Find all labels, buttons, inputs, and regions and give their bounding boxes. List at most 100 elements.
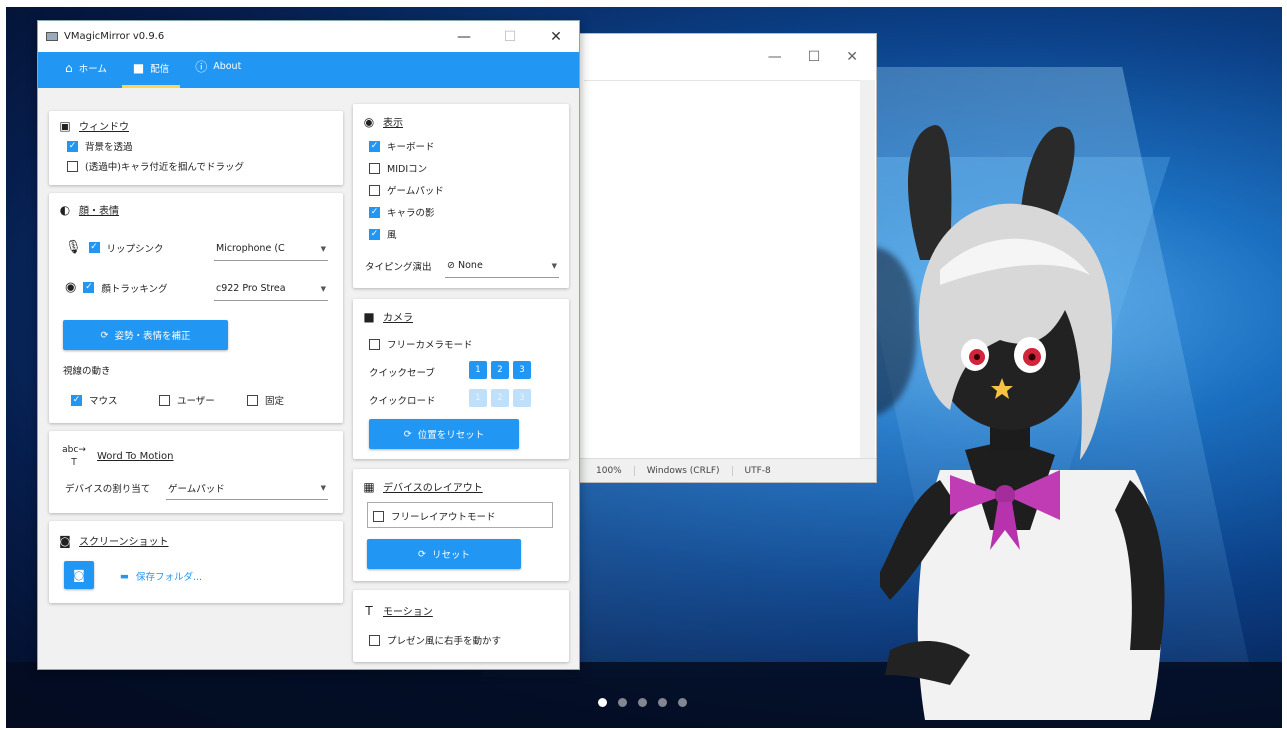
microphone-select[interactable]: Microphone (C ▼	[214, 239, 328, 261]
shadow-option[interactable]: ✓ キャラの影	[369, 205, 435, 219]
tab-about[interactable]: ⓘ About	[184, 58, 252, 88]
wind-checkbox[interactable]: ✓	[369, 228, 380, 240]
video-camera-icon: ■	[363, 309, 375, 324]
presenter-hand-checkbox[interactable]	[369, 634, 380, 646]
camera-settings-card: ■ カメラ フリーカメラモード クイックセーブ 1 2 3 クイックロード 1 …	[353, 299, 569, 459]
option-label: キャラの影	[387, 208, 435, 219]
notepad-titlebar: — ☐ ✕	[578, 34, 876, 80]
device-assign-select[interactable]: ゲームパッド ▼	[166, 478, 328, 500]
face-tracking-checkbox[interactable]: ✓	[83, 282, 95, 293]
chevron-down-icon: ▼	[320, 284, 326, 293]
select-value: c922 Pro Strea	[216, 283, 286, 294]
section-title: モーション	[383, 607, 433, 618]
option-label: リップシンク	[106, 243, 164, 255]
device-layout-card: ▦ デバイスのレイアウト フリーレイアウトモード ⟳ リセット	[353, 469, 569, 581]
camera-select[interactable]: c922 Pro Strea ▼	[214, 279, 328, 301]
presenter-hand-option[interactable]: プレゼン風に右手を動かす	[369, 633, 501, 647]
gaze-user-option[interactable]: ユーザー	[159, 393, 215, 407]
select-value: ゲームパッド	[168, 483, 225, 495]
refresh-icon: ⟳	[403, 428, 412, 440]
tab-home[interactable]: ⌂ ホーム	[54, 61, 118, 88]
reset-layout-button[interactable]: ⟳ リセット	[367, 539, 521, 569]
midi-option[interactable]: MIDIコン	[369, 161, 427, 175]
section-title: 表示	[383, 118, 403, 129]
calibrate-button[interactable]: ⟳ 姿勢・表情を補正	[63, 320, 228, 350]
quick-load-slot-1[interactable]: 1	[469, 389, 487, 407]
tab-label: About	[213, 61, 242, 72]
gaze-user-radio[interactable]	[159, 394, 170, 406]
vmagicmirror-window: VMagicMirror v0.9.6 — ☐ ✕ ⌂ ホーム ■ 配信 ⓘ A…	[37, 20, 580, 670]
button-label: リセット	[431, 550, 470, 561]
gamepad-option[interactable]: ゲームパッド	[369, 183, 444, 197]
take-screenshot-button[interactable]: ◙	[64, 561, 94, 589]
option-label: フリーレイアウトモード	[391, 512, 496, 523]
open-folder-button[interactable]: ▬ 保存フォルダ...	[120, 569, 202, 584]
eye-icon: ◉	[363, 114, 375, 129]
screenshot-card: ◙ スクリーンショット ◙ ▬ 保存フォルダ...	[49, 521, 343, 603]
label-text: クイックロード	[369, 396, 436, 407]
keyboard-checkbox[interactable]: ✓	[369, 140, 380, 152]
minimize-button[interactable]: —	[441, 29, 487, 45]
word-to-motion-icon: abc→Ｔ	[62, 445, 86, 468]
face-tracking-option[interactable]: ◉ ✓ 顔トラッキング	[65, 280, 168, 295]
face-settings-card: ◐ 顔・表情 🎙 ✓ リップシンク Microphone (C ▼ ◉ ✓ 顔ト…	[49, 193, 343, 423]
keyboard-option[interactable]: ✓ キーボード	[369, 139, 435, 153]
gaze-fixed-option[interactable]: 固定	[247, 393, 284, 407]
free-layout-checkbox[interactable]	[373, 510, 384, 522]
motion-card: Ｔ モーション プレゼン風に右手を動かす	[353, 590, 569, 662]
midi-checkbox[interactable]	[369, 162, 380, 174]
gamepad-checkbox[interactable]	[369, 184, 380, 196]
tab-streaming[interactable]: ■ 配信	[121, 61, 181, 88]
gaze-label: 視線の動き	[63, 363, 111, 377]
pager-dot[interactable]	[638, 698, 647, 707]
wind-option[interactable]: ✓ 風	[369, 227, 397, 241]
typing-effect-select[interactable]: ⊘ None ▼	[445, 256, 559, 278]
notepad-window[interactable]: — ☐ ✕ 100% Windows (CRLF) UTF-8	[577, 33, 877, 483]
label-text: クイックセーブ	[369, 368, 435, 379]
gaze-mouse-option[interactable]: ✓ マウス	[71, 393, 118, 407]
lipsync-option[interactable]: 🎙 ✓ リップシンク	[65, 240, 164, 255]
quick-save-slot-1[interactable]: 1	[469, 361, 487, 379]
drag-character-option[interactable]: (透過中)キャラ付近を掴んでドラッグ	[67, 159, 244, 173]
status-zoom: 100%	[596, 465, 622, 476]
drag-character-checkbox[interactable]	[67, 160, 78, 172]
close-button[interactable]: ✕	[533, 29, 579, 45]
free-layout-option[interactable]: フリーレイアウトモード	[373, 509, 496, 523]
pager-dot[interactable]	[618, 698, 627, 707]
maximize-icon[interactable]: ☐	[808, 49, 821, 65]
transparent-bg-option[interactable]: ✓ 背景を透過	[67, 139, 133, 153]
gaze-fixed-radio[interactable]	[247, 394, 258, 406]
gaze-mouse-radio[interactable]: ✓	[71, 394, 82, 406]
select-value: None	[458, 260, 483, 271]
option-label: マウス	[89, 396, 118, 407]
refresh-icon: ⟳	[100, 329, 109, 341]
transparent-bg-checkbox[interactable]: ✓	[67, 140, 78, 152]
section-title: デバイスのレイアウト	[383, 483, 483, 494]
free-camera-checkbox[interactable]	[369, 338, 380, 350]
notepad-scrollbar[interactable]	[860, 80, 875, 458]
quick-load-slot-2[interactable]: 2	[491, 389, 509, 407]
pager-dot[interactable]	[678, 698, 687, 707]
notepad-statusbar: 100% Windows (CRLF) UTF-8	[578, 458, 876, 482]
lipsync-checkbox[interactable]: ✓	[88, 242, 100, 253]
chevron-down-icon: ▼	[320, 483, 326, 492]
minimize-icon[interactable]: —	[768, 49, 782, 65]
shadow-checkbox[interactable]: ✓	[369, 206, 380, 218]
pager-dot[interactable]	[658, 698, 667, 707]
option-label: キーボード	[387, 142, 435, 153]
quick-save-slot-2[interactable]: 2	[491, 361, 509, 379]
maximize-button[interactable]: ☐	[487, 29, 533, 45]
free-camera-option[interactable]: フリーカメラモード	[369, 337, 473, 351]
window-icon: ▣	[59, 118, 71, 133]
reset-position-button[interactable]: ⟳ 位置をリセット	[369, 419, 519, 449]
help-circle-icon: ⓘ	[195, 60, 208, 74]
close-icon[interactable]: ✕	[846, 49, 858, 65]
device-assign-label: デバイスの割り当て	[65, 481, 150, 495]
notepad-text-area[interactable]	[584, 80, 860, 458]
section-title: 顔・表情	[79, 206, 119, 217]
quick-save-slot-3[interactable]: 3	[513, 361, 531, 379]
tab-label: 配信	[150, 64, 170, 75]
pager-dot[interactable]	[598, 698, 607, 707]
quick-load-slot-3[interactable]: 3	[513, 389, 531, 407]
quick-save-label: クイックセーブ	[369, 365, 435, 379]
